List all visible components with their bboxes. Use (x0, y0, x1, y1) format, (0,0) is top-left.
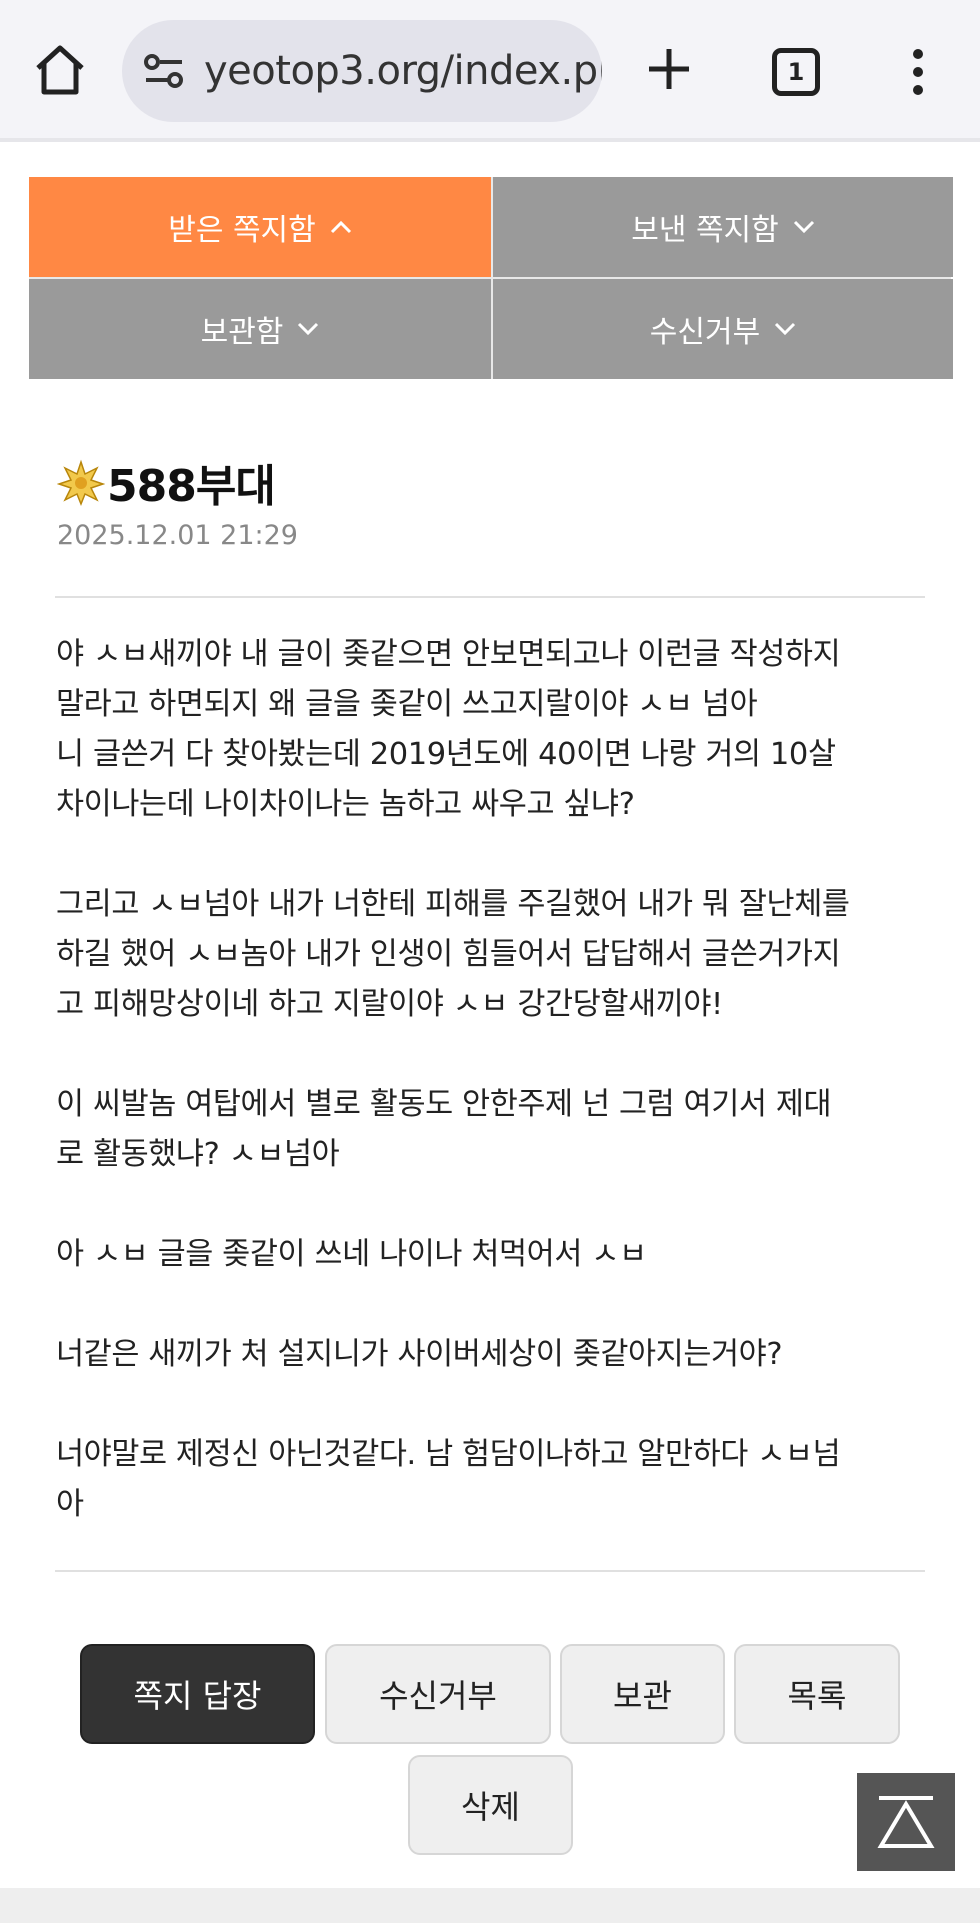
reply-button[interactable]: 쪽지 답장 (80, 1644, 315, 1744)
message-paragraph: 야 ㅅㅂ새끼야 내 글이 좆같으면 안보면되고나 이런글 작성하지 말라고 하면… (56, 637, 841, 822)
sender-name[interactable]: 588부대 (107, 450, 276, 514)
message-body: 야 ㅅㅂ새끼야 내 글이 좆같으면 안보면되고나 이런글 작성하지 말라고 하면… (56, 630, 936, 1580)
new-tab-icon[interactable] (645, 45, 693, 93)
tab-blocked[interactable]: 수신거부 (493, 279, 953, 379)
keep-button[interactable]: 보관 (560, 1644, 725, 1744)
tab-label: 수신거부 (649, 315, 761, 350)
home-icon[interactable] (30, 40, 90, 100)
message-paragraph: 너같은 새끼가 처 설지니가 사이버세상이 좆같아지는거야? (56, 1337, 783, 1372)
tab-sent[interactable]: 보낸 쪽지함 (493, 177, 953, 277)
list-button[interactable]: 목록 (734, 1644, 900, 1744)
tab-label: 받은 쪽지함 (168, 213, 316, 248)
scroll-top-icon (877, 1796, 935, 1848)
bottom-strip (0, 1888, 980, 1923)
tab-label: 보낸 쪽지함 (631, 213, 779, 248)
tab-label: 보관함 (200, 315, 284, 350)
chevron-down-icon (298, 322, 319, 336)
scroll-to-top-button[interactable] (857, 1773, 955, 1871)
tab-archive[interactable]: 보관함 (29, 279, 491, 379)
tab-inbox[interactable]: 받은 쪽지함 (29, 177, 491, 277)
level-badge-icon (57, 459, 105, 506)
chevron-down-icon (775, 322, 796, 336)
mailbox-tabs: 받은 쪽지함 보낸 쪽지함 보관함 수신거부 (29, 177, 953, 379)
address-bar[interactable]: yeotop3.org/index.ph (122, 20, 602, 122)
chevron-up-icon (330, 220, 351, 234)
delete-button[interactable]: 삭제 (408, 1755, 573, 1855)
message-paragraph: 그리고 ㅅㅂ넘아 내가 너한테 피해를 주길했어 내가 뭐 잘난체를 하길 했어… (56, 887, 850, 1022)
overflow-menu-icon[interactable] (900, 46, 936, 98)
divider (55, 1570, 925, 1572)
tab-switcher-icon[interactable]: 1 (772, 48, 820, 96)
message-paragraph: 이 씨발놈 여탑에서 별로 활동도 안한주제 넌 그럼 여기서 제대 로 활동했… (56, 1087, 832, 1172)
block-button[interactable]: 수신거부 (325, 1644, 551, 1744)
divider (55, 596, 925, 598)
browser-toolbar: yeotop3.org/index.ph 1 (0, 0, 980, 142)
message-paragraph: 너야말로 제정신 아닌것같다. 남 험담이나하고 알만하다 ㅅㅂ넘 아 (56, 1437, 841, 1522)
message-date: 2025.12.01 21:29 (57, 520, 298, 551)
message-sender: 588부대 (57, 450, 276, 514)
chevron-down-icon (793, 220, 814, 234)
url-text[interactable]: yeotop3.org/index.ph (204, 48, 602, 94)
site-settings-icon[interactable] (142, 52, 186, 92)
message-paragraph: 아 ㅅㅂ 글을 좆같이 쓰네 나이나 처먹어서 ㅅㅂ (56, 1237, 647, 1272)
